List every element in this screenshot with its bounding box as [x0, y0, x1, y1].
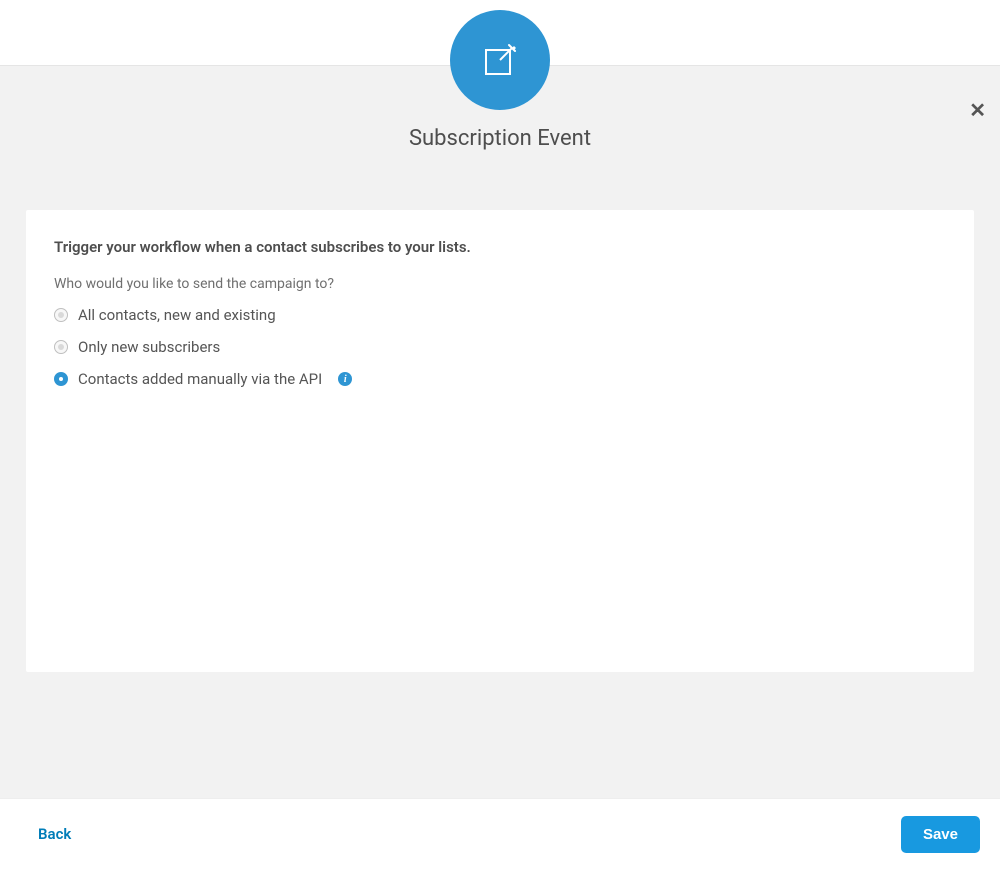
edit-icon — [480, 40, 520, 80]
save-button[interactable]: Save — [901, 816, 980, 853]
option-label: All contacts, new and existing — [78, 306, 276, 324]
info-icon[interactable]: i — [338, 372, 352, 386]
radio-icon — [54, 372, 68, 386]
option-label: Contacts added manually via the API — [78, 370, 322, 388]
settings-panel: Trigger your workflow when a contact sub… — [26, 210, 974, 672]
event-icon-circle — [450, 10, 550, 110]
option-only-new[interactable]: Only new subscribers — [54, 338, 946, 356]
panel-subheading: Who would you like to send the campaign … — [54, 276, 946, 292]
option-api-contacts[interactable]: Contacts added manually via the API i — [54, 370, 946, 388]
panel-heading: Trigger your workflow when a contact sub… — [54, 238, 946, 256]
radio-icon — [54, 308, 68, 322]
option-all-contacts[interactable]: All contacts, new and existing — [54, 306, 946, 324]
close-button[interactable]: ✕ — [969, 100, 986, 120]
radio-icon — [54, 340, 68, 354]
footer-bar: Back Save — [0, 798, 1000, 869]
page-title: Subscription Event — [0, 126, 1000, 151]
header-area: Subscription Event ✕ — [0, 66, 1000, 184]
option-label: Only new subscribers — [78, 338, 220, 356]
content-area: Trigger your workflow when a contact sub… — [0, 184, 1000, 798]
back-button[interactable]: Back — [38, 825, 71, 843]
